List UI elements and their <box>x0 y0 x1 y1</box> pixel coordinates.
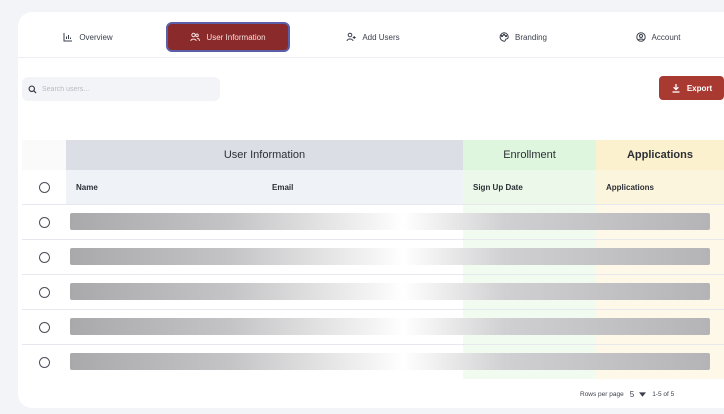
table-row[interactable] <box>22 204 724 239</box>
app-frame: Overview User Information Add Users Bran… <box>0 0 724 414</box>
tab-branding-label: Branding <box>514 32 548 42</box>
select-all-radio[interactable] <box>38 181 50 193</box>
search-box <box>22 77 220 101</box>
group-header-applications: Applications <box>596 140 724 170</box>
table-row[interactable] <box>22 274 724 309</box>
tab-user-information[interactable]: User Information <box>166 22 290 52</box>
download-icon <box>672 84 680 93</box>
group-header-enrollment: Enrollment <box>463 140 596 170</box>
loading-skeleton <box>70 248 710 265</box>
caret-down-icon <box>639 391 647 397</box>
tab-account-label: Account <box>651 32 681 42</box>
account-icon <box>635 32 646 42</box>
pagination: Rows per page 5 1-5 of 5 <box>580 386 674 402</box>
group-header-blank <box>22 140 66 170</box>
row-select-radio[interactable] <box>38 321 50 333</box>
row-select-radio[interactable] <box>38 216 50 228</box>
tab-add-users-label: Add Users <box>362 32 400 42</box>
search-input[interactable] <box>42 85 212 93</box>
tab-account[interactable]: Account <box>623 22 693 52</box>
column-header-email[interactable]: Email <box>266 170 463 204</box>
column-header-name[interactable]: Name <box>66 170 266 204</box>
rows-per-page-label: Rows per page <box>580 390 624 398</box>
column-header-signup-date[interactable]: Sign Up Date <box>463 170 596 204</box>
loading-skeleton <box>70 213 710 230</box>
users-icon <box>190 32 201 42</box>
table-row[interactable] <box>22 239 724 274</box>
group-header-user-information: User Information <box>66 140 463 170</box>
tab-add-users[interactable]: Add Users <box>333 22 413 52</box>
rows-per-page-select[interactable]: 5 <box>629 389 647 399</box>
export-button[interactable]: Export <box>659 76 724 100</box>
tab-overview-label: Overview <box>79 32 113 42</box>
tab-user-information-label: User Information <box>206 32 266 42</box>
select-all-cell <box>22 170 66 204</box>
table-row[interactable] <box>22 344 724 379</box>
export-button-label: Export <box>686 83 713 93</box>
chart-icon <box>63 33 73 42</box>
loading-skeleton <box>70 318 710 335</box>
row-select-radio[interactable] <box>38 286 50 298</box>
tab-overview[interactable]: Overview <box>48 22 128 52</box>
pagination-range: 1-5 of 5 <box>652 390 675 398</box>
users-table: User Information Enrollment Applications… <box>22 140 724 380</box>
column-header-applications[interactable]: Applications <box>596 170 724 204</box>
search-icon <box>28 84 37 94</box>
tab-branding[interactable]: Branding <box>488 22 558 52</box>
add-user-icon <box>346 32 357 42</box>
loading-skeleton <box>70 353 710 370</box>
top-nav: Overview User Information Add Users Bran… <box>18 18 724 58</box>
table-row[interactable] <box>22 309 724 344</box>
palette-icon <box>499 32 509 42</box>
rows-per-page-value: 5 <box>629 389 635 399</box>
row-select-radio[interactable] <box>38 356 50 368</box>
row-select-radio[interactable] <box>38 251 50 263</box>
loading-skeleton <box>70 283 710 300</box>
